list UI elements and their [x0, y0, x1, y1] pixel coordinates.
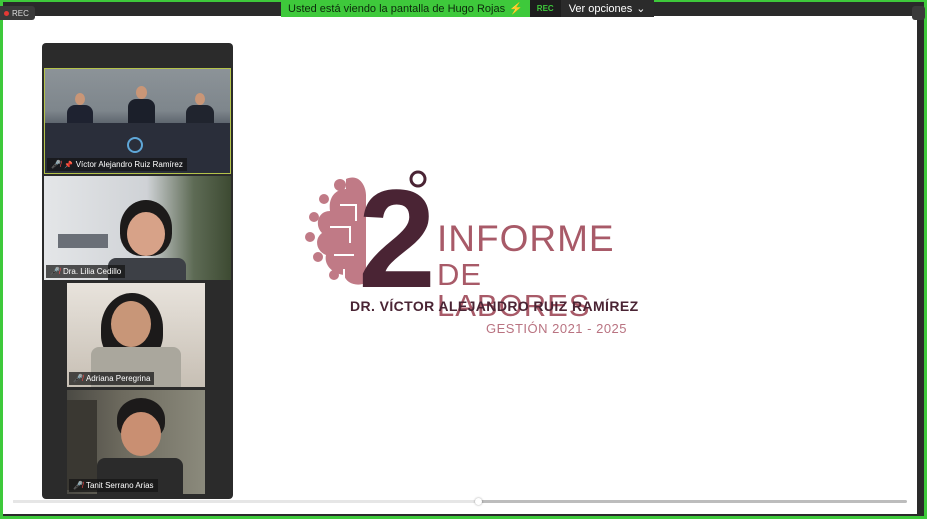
slide-person-name: DR. VÍCTOR ALEJANDRO RUIZ RAMÍREZ	[350, 298, 639, 314]
participant-name-tag: 🎤̸ 📌 Víctor Alejandro Ruiz Ramírez	[47, 158, 187, 171]
participant-tile[interactable]: 🎤̸ Adriana Peregrina	[67, 283, 205, 387]
record-dot-icon	[4, 10, 9, 16]
share-banner: Usted está viendo la pantalla de Hugo Ro…	[281, 0, 654, 17]
video-progress-fill	[13, 500, 478, 503]
participant-name: Víctor Alejandro Ruiz Ramírez	[75, 160, 183, 169]
view-options-button[interactable]: Ver opciones ⌄	[560, 0, 654, 17]
participant-tile[interactable]: 🎤̸ Dra. Lilia Cedillo	[44, 176, 231, 280]
participant-name: Adriana Peregrina	[85, 374, 151, 383]
pin-icon: 📌	[63, 161, 73, 169]
recording-label: REC	[12, 8, 29, 18]
participant-name-tag: 🎤̸ Dra. Lilia Cedillo	[46, 265, 126, 278]
share-banner-text: Usted está viendo la pantalla de Hugo Ro…	[288, 2, 506, 15]
participant-name-tag: 🎤̸ Tanit Serrano Arias	[69, 479, 158, 492]
chevron-down-icon: ⌄	[636, 3, 646, 15]
video-progress-handle[interactable]	[474, 498, 482, 505]
recording-indicator[interactable]: REC	[0, 6, 35, 20]
slide-period: GESTIÓN 2021 - 2025	[486, 321, 628, 336]
video-progress-bar[interactable]	[13, 498, 907, 505]
participant-name: Dra. Lilia Cedillo	[62, 267, 122, 276]
mic-muted-icon: 🎤̸	[51, 160, 61, 169]
mic-muted-icon: 🎤̸	[73, 481, 83, 490]
view-toggle-button[interactable]	[912, 6, 925, 20]
participant-gallery: 🎤̸ 📌 Víctor Alejandro Ruiz Ramírez 🎤̸ Dr…	[42, 43, 233, 499]
share-banner-message: Usted está viendo la pantalla de Hugo Ro…	[281, 0, 530, 17]
view-options-label: Ver opciones	[568, 2, 633, 15]
slide-title-line1: INFORME	[437, 218, 615, 259]
participant-tile[interactable]: 🎤̸ Tanit Serrano Arias	[67, 390, 205, 494]
informe-logo: 2 INFORME DE LABORES DR. VÍCTOR ALEJANDR…	[300, 165, 638, 345]
participant-tile[interactable]: 🎤̸ 📌 Víctor Alejandro Ruiz Ramírez	[44, 68, 231, 174]
mic-muted-icon: 🎤̸	[73, 374, 83, 383]
shared-screen: 🎤̸ 📌 Víctor Alejandro Ruiz Ramírez 🎤̸ Dr…	[3, 16, 917, 514]
participant-name: Tanit Serrano Arias	[85, 481, 154, 490]
meeting-window: REC Usted está viendo la pantalla de Hug…	[0, 0, 927, 519]
participant-name-tag: 🎤̸ Adriana Peregrina	[69, 372, 155, 385]
brain-logo-icon: 2	[305, 165, 436, 295]
share-rec-badge: REC	[529, 0, 561, 17]
mic-muted-icon: 🎤̸	[50, 267, 60, 276]
pointer-icon: ⚡	[509, 3, 523, 15]
